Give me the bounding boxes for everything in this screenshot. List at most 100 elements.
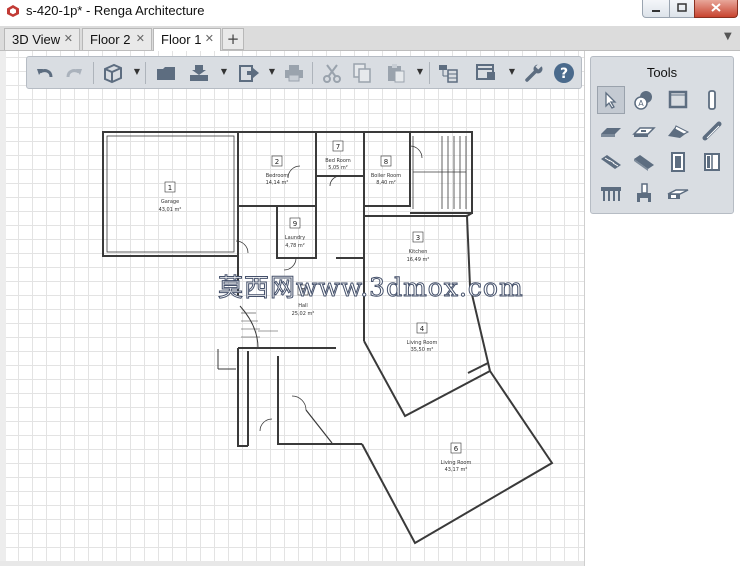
copy-icon <box>353 63 371 83</box>
levels-button[interactable] <box>436 61 460 85</box>
import-button[interactable] <box>187 61 211 85</box>
maximize-icon <box>677 3 687 12</box>
toolbar-separator <box>93 62 94 84</box>
layers-chevron-down-icon[interactable]: ▼ <box>508 67 516 77</box>
settings-button[interactable] <box>522 61 546 85</box>
slab-icon <box>632 127 656 137</box>
tab-close-icon[interactable]: ✕ <box>136 29 145 50</box>
tab-label: 3D View <box>12 32 61 47</box>
wall-icon <box>668 90 688 109</box>
tab-3d-view[interactable]: 3D View ✕ <box>4 28 80 50</box>
help-button[interactable]: ? <box>552 61 576 85</box>
undo-icon <box>37 69 53 78</box>
export-chevron-down-icon[interactable]: ▼ <box>268 67 276 77</box>
paste-button[interactable] <box>384 61 408 85</box>
beam-tool[interactable] <box>698 117 726 145</box>
cut-icon <box>323 64 341 83</box>
add-tab-button[interactable]: + <box>222 28 244 50</box>
paste-chevron-down-icon[interactable]: ▼ <box>416 67 424 77</box>
print-icon <box>285 65 303 82</box>
toolbar-separator <box>429 62 430 84</box>
main-toolbar: ▼ ▼ ▼ ▼ ▼ ? <box>26 56 582 89</box>
svg-text:Laundry: Laundry <box>285 235 305 241</box>
view-3d-button[interactable] <box>101 61 125 85</box>
beam-icon <box>702 121 722 141</box>
settings-wrench-icon <box>525 62 543 82</box>
stairs-icon <box>601 155 621 169</box>
tab-floor-2[interactable]: Floor 2 ✕ <box>82 28 152 50</box>
tab-floor-1[interactable]: Floor 1 ✕ <box>153 28 221 51</box>
stairs-tool[interactable] <box>597 148 625 176</box>
svg-text:Living Room: Living Room <box>407 340 438 346</box>
furniture-tool[interactable] <box>630 179 658 207</box>
door-tool[interactable] <box>664 148 692 176</box>
window-tool[interactable] <box>698 148 726 176</box>
window-icon <box>704 153 720 171</box>
svg-text:14,14 m²: 14,14 m² <box>266 180 289 186</box>
import-chevron-down-icon[interactable]: ▼ <box>220 67 228 77</box>
door-icon <box>671 152 685 172</box>
wall-tool[interactable] <box>664 86 692 114</box>
column-icon <box>708 90 716 110</box>
tab-list-chevron-icon[interactable]: ▼ <box>724 31 732 42</box>
svg-text:2: 2 <box>275 158 279 166</box>
toolbar-separator <box>145 62 146 84</box>
open-button[interactable] <box>154 61 178 85</box>
svg-text:Garage: Garage <box>161 199 179 205</box>
minimize-icon <box>652 10 660 12</box>
close-icon <box>711 3 721 12</box>
print-button[interactable] <box>282 61 306 85</box>
window-title: s-420-1p* - Renga Architecture <box>26 3 205 18</box>
railing-icon <box>601 187 621 201</box>
close-window-button[interactable] <box>694 0 738 18</box>
svg-text:4,78 m²: 4,78 m² <box>285 243 305 249</box>
svg-text:35,50 m²: 35,50 m² <box>411 347 434 353</box>
select-tool[interactable] <box>597 86 625 114</box>
svg-text:7: 7 <box>336 143 340 151</box>
import-icon <box>190 65 208 81</box>
view-3d-icon <box>104 63 122 84</box>
roof-icon <box>668 125 690 138</box>
column-tool[interactable] <box>698 86 726 114</box>
export-icon <box>239 65 259 82</box>
layers-button[interactable] <box>474 61 498 85</box>
undo-button[interactable] <box>33 61 57 85</box>
svg-text:43,01 m²: 43,01 m² <box>159 207 182 213</box>
svg-text:8: 8 <box>384 158 388 166</box>
redo-icon <box>66 69 82 78</box>
watermark: 莫西网www.3dmox.com <box>218 273 524 303</box>
renga-logo-icon <box>7 5 19 17</box>
title-bar: s-420-1p* - Renga Architecture <box>0 0 740 25</box>
materials-tool[interactable]: A <box>630 86 658 114</box>
floor-tool[interactable] <box>597 117 625 145</box>
roof-tool[interactable] <box>664 117 692 145</box>
slab-tool[interactable] <box>630 117 658 145</box>
open-icon <box>157 67 175 80</box>
svg-text:1: 1 <box>168 184 172 192</box>
view-3d-chevron-down-icon[interactable]: ▼ <box>133 67 141 77</box>
ramp-tool[interactable] <box>630 148 658 176</box>
railing-tool[interactable] <box>597 179 625 207</box>
svg-text:4: 4 <box>420 325 425 333</box>
export-button[interactable] <box>237 61 261 85</box>
opening-tool[interactable] <box>664 179 692 207</box>
svg-text:Living Room: Living Room <box>441 460 472 466</box>
redo-button[interactable] <box>62 61 86 85</box>
svg-text:3: 3 <box>416 234 420 242</box>
svg-text:6: 6 <box>454 445 459 453</box>
svg-text:25,02 m²: 25,02 m² <box>292 311 315 317</box>
svg-text:8,40 m²: 8,40 m² <box>376 180 396 186</box>
floor-plan[interactable]: 1 Garage 43,01 m² 2 Bedroom 14,14 m² 7 B… <box>0 51 584 566</box>
tab-close-icon[interactable]: ✕ <box>205 29 214 50</box>
copy-button[interactable] <box>350 61 374 85</box>
tab-close-icon[interactable]: ✕ <box>64 29 73 50</box>
select-icon <box>605 91 617 109</box>
help-icon: ? <box>554 63 574 83</box>
tools-panel: Tools A <box>590 56 734 214</box>
minimize-button[interactable] <box>642 0 670 18</box>
tools-title: Tools <box>646 65 678 80</box>
svg-text:43,17 m²: 43,17 m² <box>445 467 468 473</box>
floor-icon <box>601 128 621 137</box>
cut-button[interactable] <box>320 61 344 85</box>
maximize-button[interactable] <box>669 0 695 18</box>
